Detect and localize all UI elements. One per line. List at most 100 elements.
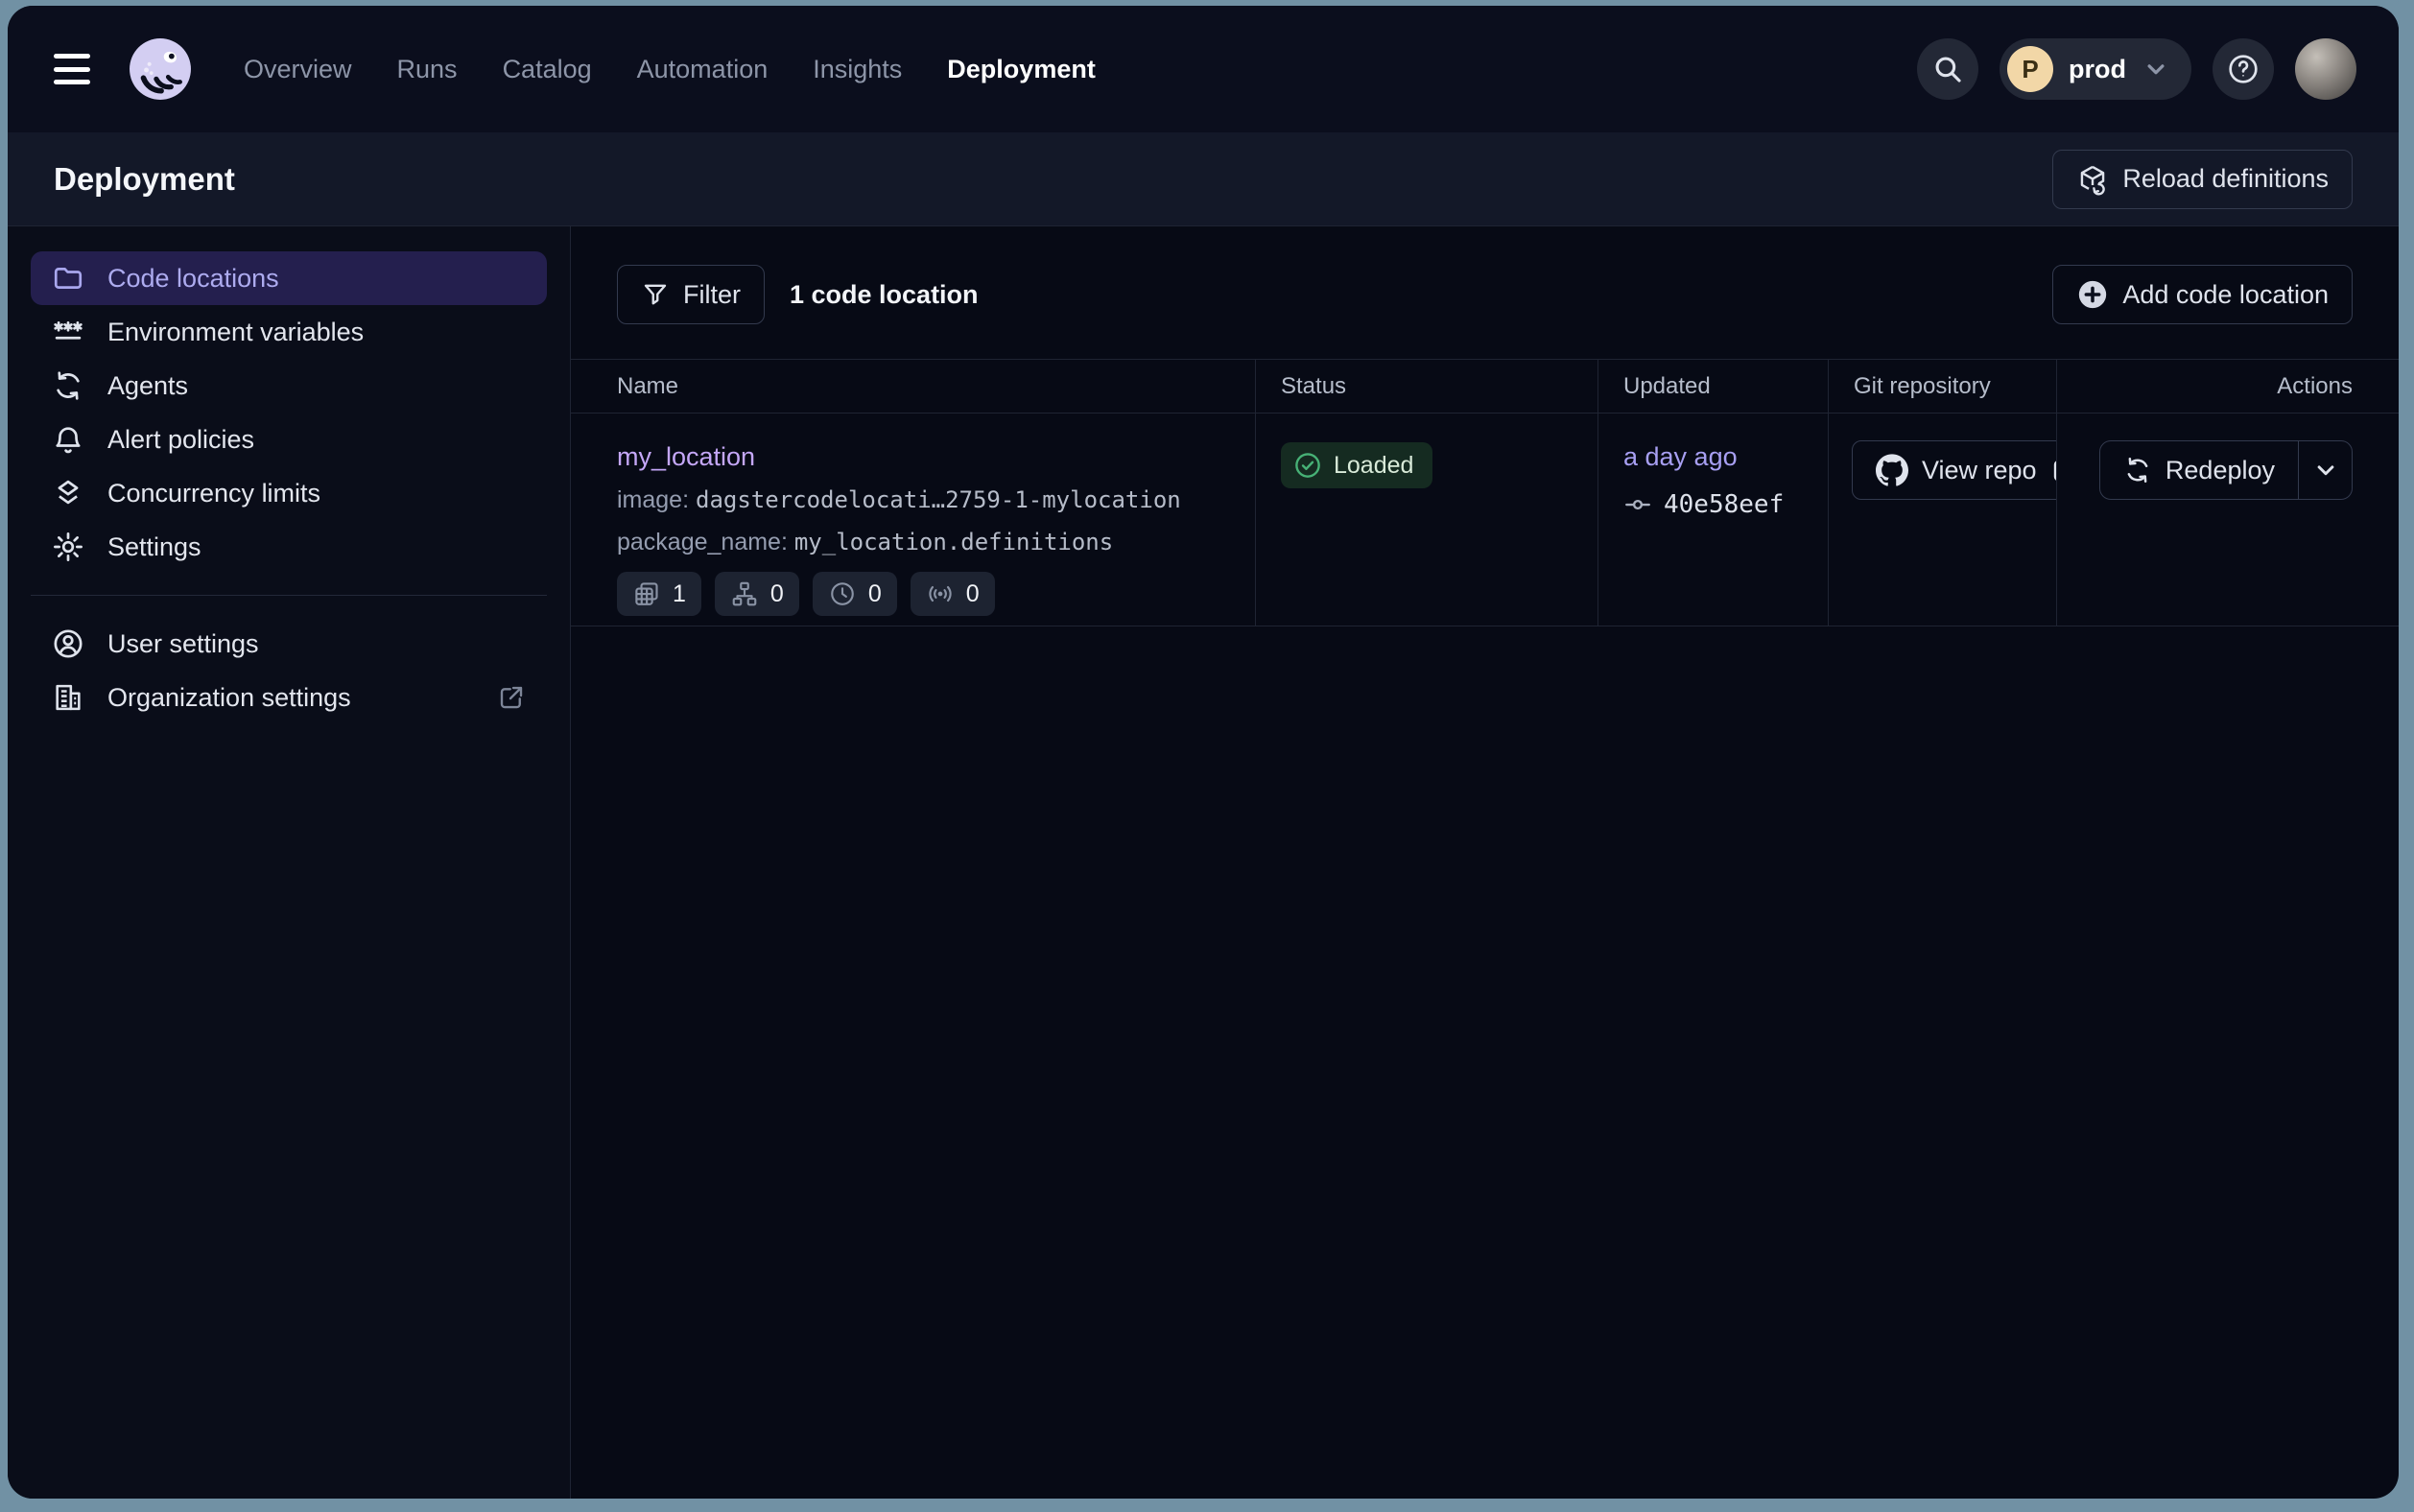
assets-count-badge[interactable]: 1 bbox=[617, 572, 701, 616]
menu-hamburger-icon[interactable] bbox=[50, 52, 94, 86]
person-circle-icon bbox=[52, 627, 84, 660]
view-repo-label: View repo bbox=[1922, 456, 2037, 485]
filter-funnel-icon bbox=[641, 280, 670, 309]
sidebar-item-alert-policies[interactable]: Alert policies bbox=[31, 413, 547, 466]
commit-icon bbox=[1623, 490, 1652, 519]
reload-definitions-button[interactable]: Reload definitions bbox=[2052, 150, 2353, 209]
assets-count: 1 bbox=[673, 580, 686, 608]
topnav-right: P prod bbox=[1917, 38, 2356, 100]
chevron-down-icon bbox=[2311, 456, 2340, 484]
main-nav: Overview Runs Catalog Automation Insight… bbox=[244, 55, 1096, 84]
toolbar: Filter 1 code location Add code location bbox=[617, 265, 2353, 324]
image-label: image: bbox=[617, 486, 689, 513]
help-icon bbox=[2227, 53, 2260, 85]
code-location-link[interactable]: my_location bbox=[617, 442, 755, 472]
column-header-status: Status bbox=[1255, 360, 1598, 413]
sidebar-item-label: Concurrency limits bbox=[107, 479, 320, 508]
column-header-updated: Updated bbox=[1598, 360, 1828, 413]
help-button[interactable] bbox=[2213, 38, 2274, 100]
sidebar-item-user-settings[interactable]: User settings bbox=[31, 617, 547, 671]
commit-hash[interactable]: 40e58eef bbox=[1664, 490, 1784, 519]
nav-item-deployment[interactable]: Deployment bbox=[947, 55, 1096, 84]
sidebar-item-organization-settings[interactable]: Organization settings bbox=[31, 671, 547, 724]
column-header-git-repository: Git repository bbox=[1828, 360, 2056, 413]
sidebar-item-agents[interactable]: Agents bbox=[31, 359, 547, 413]
name-cell: my_location image: dagstercodelocati…275… bbox=[571, 413, 1255, 626]
sidebar-item-label: Agents bbox=[107, 371, 188, 401]
package-line: package_name: my_location.definitions bbox=[617, 529, 1255, 556]
layers-icon bbox=[52, 477, 84, 509]
plus-circle-icon bbox=[2076, 278, 2109, 311]
commit-line: 40e58eef bbox=[1623, 490, 1828, 519]
deployment-name: prod bbox=[2069, 55, 2126, 84]
redeploy-menu-button[interactable] bbox=[2298, 441, 2352, 499]
chevron-down-icon bbox=[2142, 55, 2170, 83]
sensors-icon bbox=[926, 579, 955, 608]
sidebar-item-settings[interactable]: Settings bbox=[31, 520, 547, 574]
actions-cell: Redeploy bbox=[2056, 413, 2399, 626]
status-cell: Loaded bbox=[1255, 413, 1598, 626]
search-button[interactable] bbox=[1917, 38, 1978, 100]
sidebar-item-environment-variables[interactable]: Environment variables bbox=[31, 305, 547, 359]
app-window: Overview Runs Catalog Automation Insight… bbox=[8, 6, 2399, 1499]
page-title: Deployment bbox=[54, 161, 235, 198]
reload-cube-icon bbox=[2076, 163, 2109, 196]
sidebar-item-label: Environment variables bbox=[107, 318, 364, 347]
sidebar-item-code-locations[interactable]: Code locations bbox=[31, 251, 547, 305]
add-code-location-label: Add code location bbox=[2122, 280, 2329, 310]
nav-item-runs[interactable]: Runs bbox=[397, 55, 458, 84]
schedules-clock-icon bbox=[828, 579, 857, 608]
schedules-count-badge[interactable]: 0 bbox=[813, 572, 897, 616]
view-repo-button[interactable]: View repo bbox=[1852, 440, 2056, 500]
redeploy-split-button: Redeploy bbox=[2099, 440, 2353, 500]
image-line: image: dagstercodelocati…2759-1-mylocati… bbox=[617, 486, 1255, 514]
reload-definitions-label: Reload definitions bbox=[2122, 164, 2329, 194]
updated-link[interactable]: a day ago bbox=[1623, 442, 1738, 472]
sidebar-item-label: Settings bbox=[107, 532, 201, 562]
gear-icon bbox=[52, 531, 84, 563]
redeploy-label: Redeploy bbox=[2166, 456, 2275, 485]
git-repository-cell: View repo bbox=[1828, 413, 2056, 626]
sensors-count-badge[interactable]: 0 bbox=[911, 572, 995, 616]
table-row: my_location image: dagstercodelocati…275… bbox=[571, 413, 2399, 626]
nav-item-overview[interactable]: Overview bbox=[244, 55, 352, 84]
deployment-avatar: P bbox=[2007, 46, 2053, 92]
folder-icon bbox=[52, 262, 84, 295]
redeploy-button[interactable]: Redeploy bbox=[2100, 441, 2298, 499]
building-icon bbox=[52, 681, 84, 714]
column-header-actions: Actions bbox=[2056, 360, 2399, 413]
column-header-name: Name bbox=[571, 360, 1255, 413]
nav-item-insights[interactable]: Insights bbox=[813, 55, 902, 84]
sidebar-item-label: Organization settings bbox=[107, 683, 351, 713]
definition-count-badges: 1 bbox=[617, 572, 1255, 616]
add-code-location-button[interactable]: Add code location bbox=[2052, 265, 2353, 324]
sidebar-item-label: User settings bbox=[107, 629, 259, 659]
github-icon bbox=[1876, 454, 1908, 486]
user-avatar[interactable] bbox=[2295, 38, 2356, 100]
sync-icon bbox=[52, 369, 84, 402]
status-label: Loaded bbox=[1334, 452, 1413, 480]
jobs-count-badge[interactable]: 0 bbox=[715, 572, 799, 616]
package-value: my_location.definitions bbox=[794, 529, 1113, 555]
check-circle-icon bbox=[1293, 451, 1322, 480]
sidebar-divider bbox=[31, 595, 547, 596]
code-locations-table: Name Status Updated Git repository Actio… bbox=[571, 359, 2399, 626]
nav-item-catalog[interactable]: Catalog bbox=[503, 55, 592, 84]
status-badge: Loaded bbox=[1281, 442, 1432, 488]
code-locations-content: Filter 1 code location Add code location… bbox=[571, 226, 2399, 1499]
sidebar-item-concurrency-limits[interactable]: Concurrency limits bbox=[31, 466, 547, 520]
external-link-icon bbox=[497, 683, 526, 712]
filter-button[interactable]: Filter bbox=[617, 265, 765, 324]
code-location-count: 1 code location bbox=[790, 280, 979, 310]
updated-cell: a day ago 40e58eef bbox=[1598, 413, 1828, 626]
deployment-switcher[interactable]: P prod bbox=[2000, 38, 2191, 100]
deployment-sidebar: Code locations Environment variables bbox=[8, 226, 571, 1499]
search-icon bbox=[1931, 53, 1964, 85]
sidebar-item-label: Alert policies bbox=[107, 425, 254, 455]
env-vars-icon bbox=[52, 316, 84, 348]
nav-item-automation[interactable]: Automation bbox=[637, 55, 769, 84]
sensors-count: 0 bbox=[966, 580, 980, 608]
table-header-row: Name Status Updated Git repository Actio… bbox=[571, 359, 2399, 413]
page-header: Deployment Reload definitions bbox=[8, 132, 2399, 226]
dagster-logo-icon[interactable] bbox=[129, 37, 192, 101]
